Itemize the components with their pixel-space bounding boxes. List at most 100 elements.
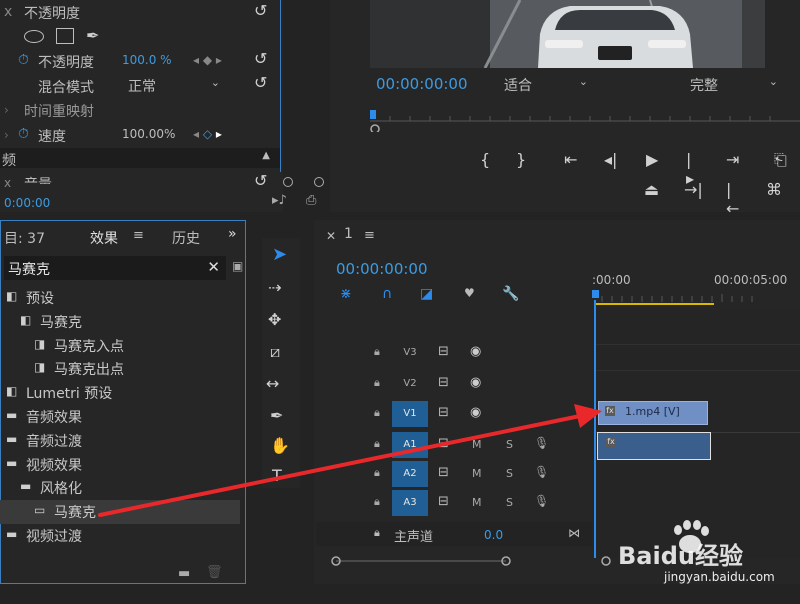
- linked-selection-icon[interactable]: ◪: [420, 286, 433, 302]
- type-tool-icon[interactable]: T: [272, 466, 282, 485]
- new-folder-icon[interactable]: ▬: [178, 566, 190, 581]
- microphone-icon[interactable]: 🎙︎: [534, 465, 549, 479]
- mark-out-icon[interactable]: }: [516, 150, 526, 169]
- effects-tree-item[interactable]: ◧ Lumetri 预设: [0, 381, 240, 405]
- sync-lock-icon[interactable]: ⊟: [438, 465, 449, 480]
- effects-tree-item[interactable]: ▬ 音频效果: [0, 405, 240, 429]
- solo-button[interactable]: S: [506, 438, 513, 451]
- trim-icon[interactable]: |←: [726, 180, 739, 218]
- lock-icon[interactable]: 🔒︎: [374, 526, 380, 540]
- new-bin-icon[interactable]: ▣: [232, 259, 243, 273]
- track-target-a2[interactable]: A2: [392, 460, 428, 487]
- eye-icon[interactable]: ◉: [470, 405, 481, 420]
- filter-icon[interactable]: ▸♪: [272, 193, 287, 208]
- go-to-out-icon[interactable]: ⇥: [726, 150, 739, 169]
- selection-tool-icon[interactable]: ➤: [272, 244, 287, 265]
- mute-button[interactable]: M: [472, 496, 482, 509]
- circle-button[interactable]: [314, 177, 324, 187]
- sync-lock-icon[interactable]: ⊟: [438, 494, 449, 509]
- ripple-edit-tool-icon[interactable]: ✥: [268, 310, 281, 329]
- stopwatch-icon[interactable]: ⏱: [18, 52, 29, 68]
- track-target-a1[interactable]: A1: [392, 431, 428, 458]
- timeline-ruler[interactable]: [592, 288, 800, 308]
- fit-select[interactable]: 适合 ⌄: [500, 74, 592, 94]
- razor-tool-icon[interactable]: ⧄: [270, 342, 280, 362]
- pen-mask-icon[interactable]: ✒: [86, 26, 99, 45]
- eye-icon[interactable]: ◉: [470, 344, 481, 359]
- lock-icon[interactable]: 🔒︎: [374, 437, 380, 451]
- program-timecode[interactable]: 00:00:00:00: [376, 75, 468, 93]
- lock-icon[interactable]: 🔒︎: [374, 495, 380, 509]
- reset-icon[interactable]: ↺: [254, 171, 267, 190]
- effect-controls-timecode[interactable]: 0:00:00: [4, 196, 50, 210]
- collapse-icon[interactable]: ▲: [262, 150, 270, 161]
- sequence-tab[interactable]: 1: [344, 226, 353, 242]
- go-to-in-icon[interactable]: ⇤: [564, 150, 577, 169]
- export-frame-icon[interactable]: ⌘: [766, 180, 782, 199]
- circle-button[interactable]: [283, 177, 293, 187]
- effects-search-field[interactable]: 马赛克 ✕: [4, 256, 226, 280]
- mute-button[interactable]: M: [472, 438, 482, 451]
- mute-button[interactable]: M: [472, 467, 482, 480]
- track-target-v1[interactable]: V1: [392, 401, 428, 427]
- effects-tree-item[interactable]: ◨ 马赛克出点: [0, 357, 240, 381]
- effects-tree-item[interactable]: ◨ 马赛克入点: [0, 334, 240, 358]
- tab-project-items[interactable]: 目: 37: [4, 228, 45, 248]
- search-input[interactable]: 马赛克: [8, 259, 50, 279]
- keyframe-nav[interactable]: ◂ ◆ ▸: [193, 53, 222, 67]
- fx-toggle[interactable]: x: [4, 4, 12, 20]
- effects-tree-item[interactable]: ◧ 马赛克: [0, 310, 240, 334]
- menu-icon[interactable]: ≡: [364, 228, 375, 243]
- ellipse-mask-icon[interactable]: [24, 30, 44, 43]
- mark-in-icon[interactable]: {: [480, 150, 490, 169]
- delete-icon[interactable]: 🗑: [206, 565, 223, 580]
- microphone-icon[interactable]: 🎙︎: [534, 494, 549, 508]
- lock-icon[interactable]: 🔒︎: [374, 466, 380, 480]
- effects-tree-item[interactable]: ▬ 视频效果: [0, 453, 240, 477]
- sync-lock-icon[interactable]: ⊟: [438, 436, 449, 451]
- keyframe-nav[interactable]: ◂ ◇ ▸: [193, 127, 222, 141]
- lift-icon[interactable]: ⏏: [644, 180, 659, 199]
- track-target-v2[interactable]: V2: [392, 371, 428, 397]
- menu-icon[interactable]: ≡: [133, 228, 144, 243]
- reset-icon[interactable]: ↺: [254, 1, 267, 20]
- clear-search-icon[interactable]: ✕: [207, 258, 220, 276]
- lock-icon[interactable]: 🔒︎: [374, 406, 380, 420]
- effects-tree-item[interactable]: ▬ 风格化: [0, 476, 240, 500]
- solo-button[interactable]: S: [506, 467, 513, 480]
- effects-tree-item[interactable]: ▬ 视频过渡: [0, 524, 240, 548]
- audio-clip[interactable]: fx: [597, 432, 711, 460]
- solo-button[interactable]: S: [506, 496, 513, 509]
- lock-icon[interactable]: 🔒︎: [374, 376, 380, 390]
- wrench-icon[interactable]: 🔧: [502, 286, 519, 302]
- step-back-icon[interactable]: ◂|: [604, 150, 617, 169]
- effects-tree-item[interactable]: ▭ 马赛克: [0, 500, 240, 524]
- timeline-timecode[interactable]: 00:00:00:00: [336, 260, 428, 278]
- reset-icon[interactable]: ↺: [254, 49, 267, 68]
- master-value[interactable]: 0.0: [484, 528, 503, 542]
- stopwatch-icon[interactable]: ⏱: [18, 126, 29, 142]
- video-clip[interactable]: fx 1.mp4 [V]: [598, 401, 708, 425]
- microphone-icon[interactable]: 🎙︎: [534, 436, 549, 450]
- go-to-end-icon[interactable]: ⋈: [568, 526, 580, 540]
- lock-icon[interactable]: 🔒︎: [374, 345, 380, 359]
- fx-toggle[interactable]: ›: [4, 103, 9, 117]
- program-mini-ruler[interactable]: [370, 110, 800, 132]
- extract-icon[interactable]: →|: [684, 180, 703, 199]
- quality-select[interactable]: 完整 ⌄: [686, 74, 782, 94]
- effects-tree-item[interactable]: ◧ 预设: [0, 286, 240, 310]
- insert-icon[interactable]: ⎗: [774, 150, 787, 170]
- fx-toggle[interactable]: x: [4, 176, 11, 190]
- more-panels-icon[interactable]: »: [228, 226, 237, 242]
- snap-icon[interactable]: ∩: [382, 286, 392, 302]
- rectangle-mask-icon[interactable]: [56, 28, 74, 44]
- add-marker-icon[interactable]: ♥: [464, 286, 475, 300]
- pen-tool-icon[interactable]: ✒: [270, 406, 283, 425]
- play-icon[interactable]: ▶: [646, 150, 658, 169]
- reset-icon[interactable]: ↺: [254, 73, 267, 92]
- opacity-value[interactable]: 100.0 %: [122, 53, 172, 67]
- sync-lock-icon[interactable]: ⊟: [438, 344, 449, 359]
- slip-tool-icon[interactable]: ↔: [266, 374, 279, 393]
- blend-mode-select[interactable]: 正常 ⌄: [124, 74, 224, 95]
- expand-icon[interactable]: ›: [4, 128, 9, 142]
